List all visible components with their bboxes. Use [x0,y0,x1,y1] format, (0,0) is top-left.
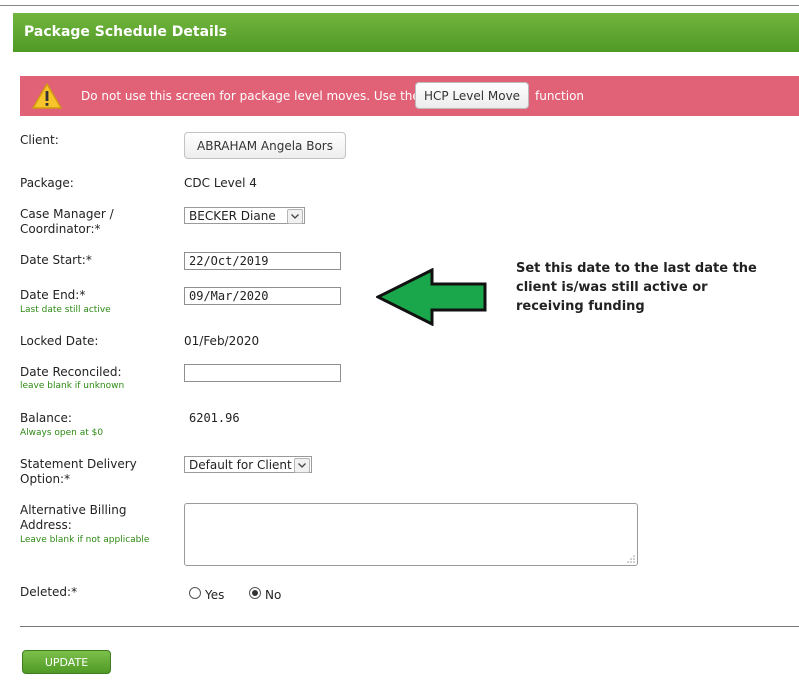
page-title: Package Schedule Details [24,24,227,40]
annotation-text: Set this date to the last date the clien… [516,261,757,314]
update-button[interactable]: UPDATE [22,650,111,674]
date-reconciled-label: Date Reconciled: [20,365,122,379]
statement-delivery-select[interactable]: Default for Client [184,456,312,473]
alt-billing-label: Alternative Billing Address: [20,503,126,533]
alt-billing-label-line2: Address: [20,518,72,532]
statement-delivery-selected: Default for Client [189,458,292,472]
case-manager-label: Case Manager / Coordinator:* [20,207,114,237]
top-rule [0,5,799,6]
warning-text: Do not use this screen for package level… [81,89,420,103]
hcp-level-move-button[interactable]: HCP Level Move [415,82,529,109]
warning-text-suffix: function [535,89,585,103]
date-end-hint: Last date still active [20,305,111,315]
date-end-label: Date End:* [20,288,86,302]
divider [20,626,799,627]
locked-date-label: Locked Date: [20,334,99,348]
date-reconciled-input[interactable] [184,364,341,382]
radio-selected-dot [252,590,258,596]
case-manager-selected: BECKER Diane [189,209,276,223]
balance-label: Balance: [20,411,72,425]
deleted-no-label[interactable]: No [265,588,281,602]
client-label: Client: [20,133,59,147]
alt-billing-hint: Leave blank if not applicable [20,535,150,545]
case-manager-label-line2: Coordinator:* [20,222,101,236]
case-manager-label-line1: Case Manager / [20,207,114,221]
deleted-yes-radio[interactable] [189,587,201,599]
deleted-no-radio[interactable] [249,587,261,599]
balance-value: 6201.96 [189,411,240,425]
alt-billing-label-line1: Alternative Billing [20,503,127,517]
client-button[interactable]: ABRAHAM Angela Bors [184,132,346,159]
chevron-down-icon [294,458,310,473]
statement-delivery-label-line2: Option:* [20,472,71,486]
warning-banner: Do not use this screen for package level… [20,76,799,116]
date-end-input[interactable]: 09/Mar/2020 [184,287,341,305]
package-label: Package: [20,176,74,190]
chevron-down-icon [287,209,303,224]
resize-grip-icon[interactable] [627,555,635,563]
deleted-yes-label[interactable]: Yes [205,588,224,602]
page-header: Package Schedule Details [13,13,799,52]
date-start-input[interactable]: 22/Oct/2019 [184,252,341,270]
date-start-label: Date Start:* [20,253,92,267]
package-value: CDC Level 4 [184,176,257,190]
locked-date-value: 01/Feb/2020 [184,334,260,348]
deleted-label: Deleted:* [20,585,78,599]
statement-delivery-label-line1: Statement Delivery [20,457,137,471]
balance-hint: Always open at $0 [20,428,104,438]
left-arrow-icon [376,268,487,326]
statement-delivery-label: Statement Delivery Option:* [20,457,137,487]
warning-triangle-icon [32,83,62,109]
case-manager-select[interactable]: BECKER Diane [184,207,305,224]
alt-billing-textarea[interactable] [184,503,638,566]
date-reconciled-hint: leave blank if unknown [20,381,125,391]
